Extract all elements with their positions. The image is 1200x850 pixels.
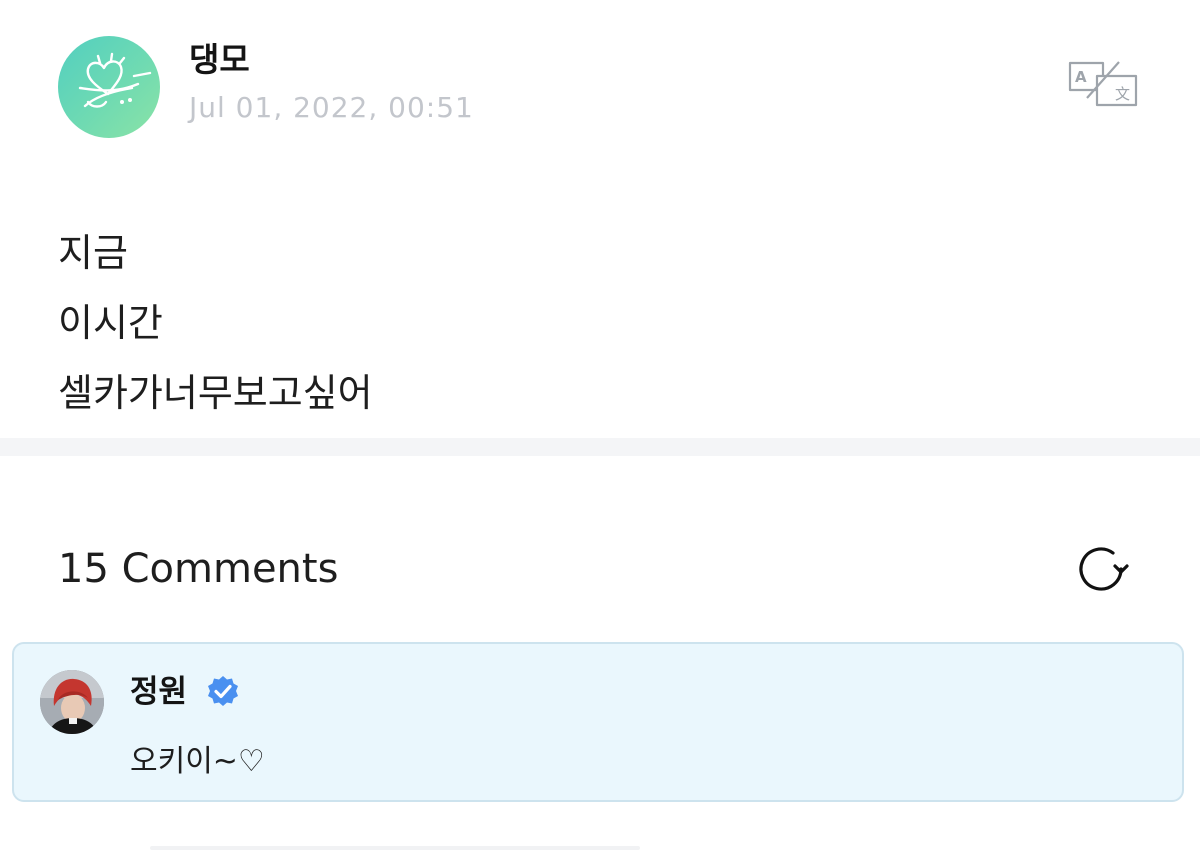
- svg-text:A: A: [1075, 68, 1087, 86]
- comment-text: 오키이~♡: [130, 744, 265, 779]
- post-timestamp: Jul 01, 2022, 00:51: [189, 91, 474, 124]
- next-comment-edge: [150, 846, 640, 850]
- post-header: 댕모 Jul 01, 2022, 00:51 A 文: [57, 36, 1147, 138]
- post-page: 댕모 Jul 01, 2022, 00:51 A 文 지금 이시간 셀카가너무보…: [0, 0, 1200, 850]
- post-body: 지금 이시간 셀카가너무보고싶어: [58, 218, 1138, 428]
- verified-badge: [205, 674, 241, 710]
- translate-icon: A 文: [1068, 61, 1138, 107]
- comments-header: 15 Comments: [58, 540, 1148, 600]
- post-text-line: 셀카가너무보고싶어: [58, 371, 373, 415]
- refresh-button[interactable]: [1072, 540, 1130, 598]
- comment-card[interactable]: 정원 오키이~♡: [12, 642, 1184, 802]
- refresh-icon: [1079, 547, 1129, 591]
- section-divider: [0, 438, 1200, 456]
- heart-doodle-avatar-icon: [78, 52, 152, 108]
- translate-button[interactable]: A 文: [1067, 60, 1139, 108]
- post-text-line: 이시간: [58, 301, 163, 345]
- commenter-avatar[interactable]: [40, 670, 104, 734]
- author-name[interactable]: 댕모: [189, 40, 250, 80]
- comments-count: 15 Comments: [58, 546, 339, 592]
- verified-badge-icon: [208, 676, 238, 706]
- commenter-name[interactable]: 정원: [130, 672, 187, 712]
- commenter-photo-icon: [40, 670, 104, 734]
- svg-text:文: 文: [1115, 85, 1130, 103]
- author-avatar[interactable]: [58, 36, 160, 138]
- post-text-line: 지금: [58, 231, 128, 275]
